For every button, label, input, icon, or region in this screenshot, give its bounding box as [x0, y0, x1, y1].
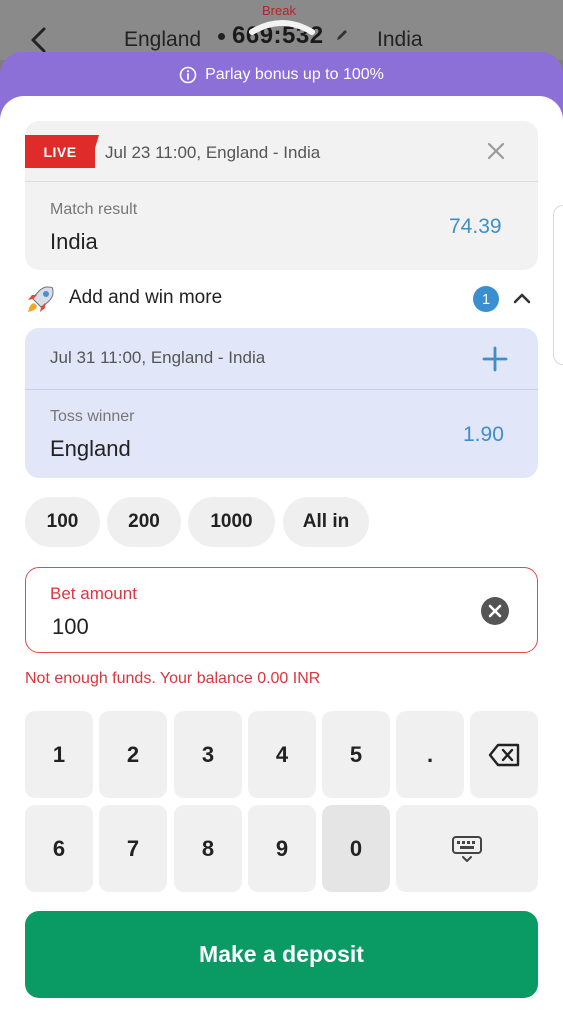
- parlay-bonus-text: Parlay bonus up to 100%: [205, 66, 384, 83]
- live-badge: LIVE: [25, 135, 95, 168]
- add-and-win-label[interactable]: Add and win more: [69, 287, 222, 309]
- key-9[interactable]: 9: [248, 805, 316, 892]
- suggested-bet-selection: England: [50, 436, 131, 461]
- parlay-bonus-banner[interactable]: Parlay bonus up to 100%: [0, 52, 563, 98]
- key-6[interactable]: 6: [25, 805, 93, 892]
- plus-icon[interactable]: [482, 346, 508, 372]
- stake-button-1000[interactable]: 1000: [188, 497, 275, 547]
- bet-market: Match result: [50, 201, 138, 218]
- suggested-bet-market: Toss winner: [50, 408, 135, 425]
- key-8[interactable]: 8: [174, 805, 242, 892]
- rocket-icon: [28, 286, 54, 312]
- key-7[interactable]: 7: [99, 805, 167, 892]
- back-arrow-icon[interactable]: [28, 26, 50, 54]
- key-3[interactable]: 3: [174, 711, 242, 798]
- suggested-bet-odds: 1.90: [463, 423, 504, 446]
- stake-button-all-in[interactable]: All in: [283, 497, 369, 547]
- make-deposit-button[interactable]: Make a deposit: [25, 911, 538, 998]
- clear-input-icon[interactable]: [480, 596, 510, 626]
- key-2[interactable]: 2: [99, 711, 167, 798]
- bet-odds: 74.39: [449, 215, 502, 238]
- key-hide-keyboard[interactable]: [396, 805, 538, 892]
- keyboard-icon: [452, 835, 482, 862]
- stake-button-200[interactable]: 200: [107, 497, 181, 547]
- key-0[interactable]: 0: [322, 805, 390, 892]
- bet-card-live: LIVE Jul 23 11:00, England - India Match…: [25, 121, 538, 270]
- key-5[interactable]: 5: [322, 711, 390, 798]
- serve-dot: [218, 33, 225, 40]
- team-left: England: [124, 28, 202, 51]
- insufficient-funds-error: Not enough funds. Your balance 0.00 INR: [25, 670, 321, 687]
- side-panel-tab[interactable]: [553, 205, 563, 365]
- bet-amount-value: 100: [52, 614, 89, 639]
- pencil-icon: [337, 30, 347, 40]
- suggested-bet-header: Jul 31 11:00, England - India: [25, 328, 538, 390]
- chevron-up-icon[interactable]: [512, 290, 532, 306]
- suggested-bet-card[interactable]: Jul 31 11:00, England - India Toss winne…: [25, 328, 538, 478]
- bet-amount-label: Bet amount: [50, 584, 137, 603]
- info-icon: [179, 66, 197, 84]
- key-decimal[interactable]: .: [396, 711, 464, 798]
- bet-selection: India: [50, 229, 98, 254]
- backspace-icon: [488, 743, 520, 766]
- key-4[interactable]: 4: [248, 711, 316, 798]
- key-1[interactable]: 1: [25, 711, 93, 798]
- bet-amount-input[interactable]: Bet amount 100: [25, 567, 538, 653]
- selection-count-badge: 1: [473, 286, 499, 312]
- bet-event: Jul 23 11:00, England - India: [105, 143, 321, 162]
- bet-card-header: LIVE Jul 23 11:00, England - India: [25, 121, 538, 182]
- key-backspace[interactable]: [470, 711, 538, 798]
- suggested-bet-event: Jul 31 11:00, England - India: [50, 348, 266, 367]
- drag-handle-icon[interactable]: [248, 12, 316, 38]
- stake-button-100[interactable]: 100: [25, 497, 100, 547]
- team-right: India: [377, 28, 423, 51]
- close-icon[interactable]: [486, 141, 506, 161]
